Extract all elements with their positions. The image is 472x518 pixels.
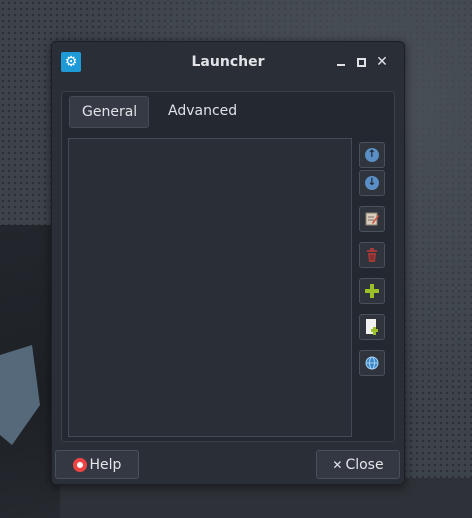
tab-general[interactable]: General [69,96,149,128]
new-document-icon [366,319,378,335]
close-icon: ✕ [332,457,343,472]
close-label: Close [345,456,384,473]
delete-item-button[interactable] [359,242,385,268]
window-close-button[interactable]: ✕ [375,55,389,69]
help-button[interactable]: Help [55,450,139,479]
add-new-item-button[interactable] [359,314,385,340]
launcher-dialog: ⚙ Launcher ✕ General Advanced ↑ ↓ Help ✕… [51,41,405,485]
minimize-button[interactable] [334,55,348,69]
globe-icon [365,356,379,370]
add-item-button[interactable] [359,278,385,304]
edit-icon [365,212,379,226]
tab-panel: General Advanced ↑ ↓ [61,91,395,442]
help-label: Help [89,456,122,473]
move-up-button[interactable]: ↑ [359,142,385,168]
lifebuoy-icon [72,457,87,472]
move-down-button[interactable]: ↓ [359,170,385,196]
maximize-button[interactable] [354,55,368,69]
tab-advanced[interactable]: Advanced [156,96,249,126]
edit-item-button[interactable] [359,206,385,232]
arrow-up-icon: ↑ [365,148,379,162]
arrow-down-icon: ↓ [365,176,379,190]
launcher-items-list[interactable] [68,138,352,437]
close-button[interactable]: ✕ Close [316,450,400,479]
add-url-button[interactable] [359,350,385,376]
trash-icon [367,248,377,262]
titlebar[interactable]: ⚙ Launcher ✕ [52,42,404,82]
window-title: Launcher [191,54,265,70]
plus-icon [365,284,379,298]
